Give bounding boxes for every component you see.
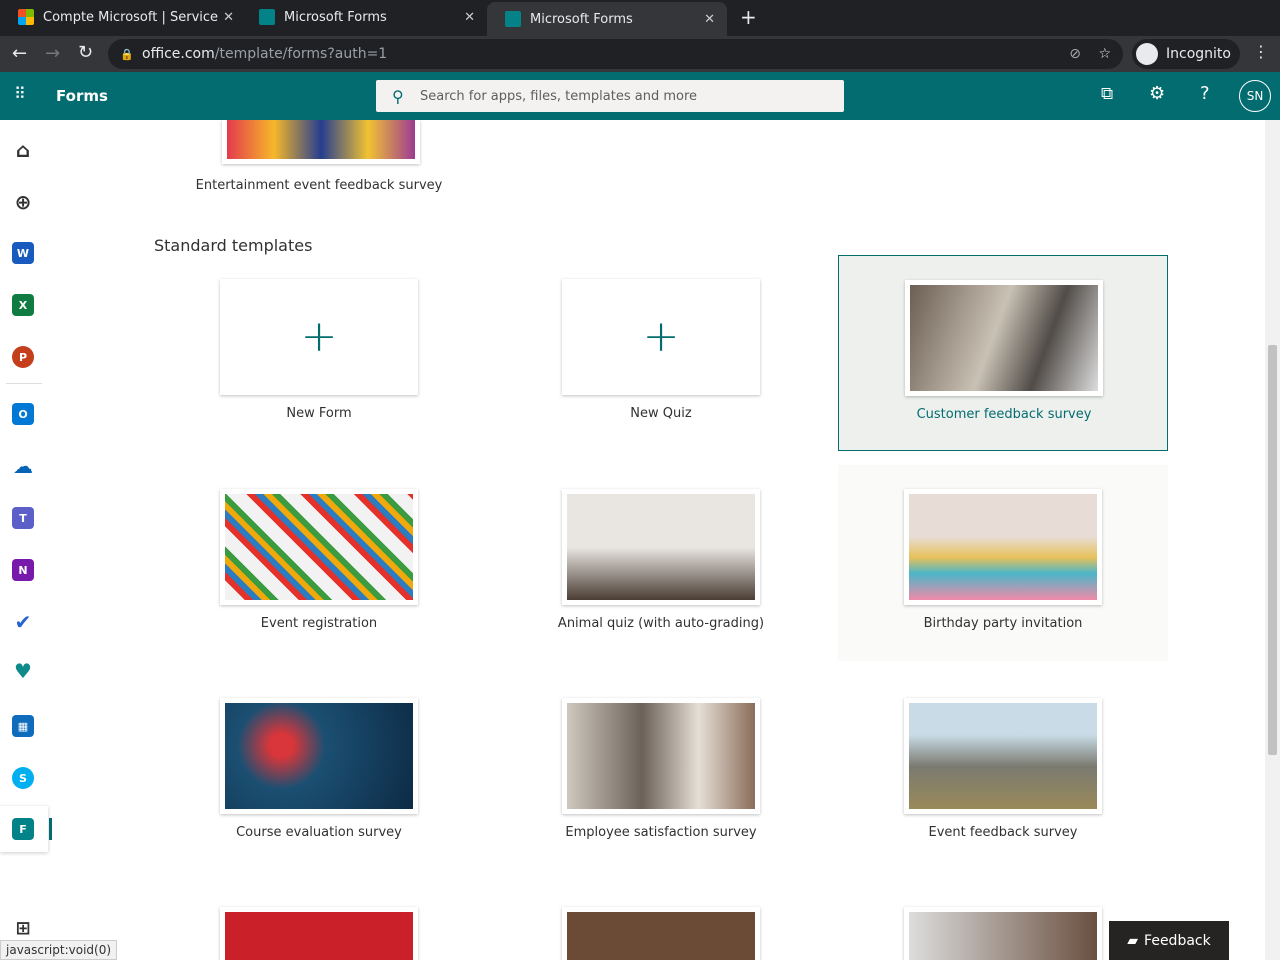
- back-icon[interactable]: ←: [12, 43, 27, 64]
- help-icon[interactable]: ?: [1200, 83, 1210, 104]
- home-icon[interactable]: ⌂: [12, 138, 34, 162]
- scrollbar-thumb[interactable]: [1268, 345, 1277, 755]
- divider: [6, 383, 42, 384]
- template-thumb[interactable]: [904, 907, 1102, 960]
- status-bar: javascript:void(0): [0, 940, 118, 960]
- url-input[interactable]: 🔒 office.com/template/forms?auth=1 ⊘ ☆: [108, 39, 1123, 69]
- template-card-birthday-invitation[interactable]: Birthday party invitation: [838, 465, 1168, 661]
- template-card-employee-satisfaction[interactable]: Employee satisfaction survey: [496, 674, 826, 870]
- menu-icon[interactable]: ⋮: [1253, 42, 1269, 61]
- close-tab-icon[interactable]: ✕: [704, 12, 715, 27]
- forms-icon: [259, 9, 275, 25]
- close-tab-icon[interactable]: ✕: [223, 10, 234, 25]
- comment-icon: ▰: [1127, 932, 1139, 949]
- powerpoint-icon[interactable]: P: [12, 346, 34, 368]
- star-icon[interactable]: ☆: [1098, 46, 1111, 62]
- section-title: Standard templates: [154, 236, 313, 255]
- settings-icon[interactable]: ⚙: [1149, 83, 1165, 104]
- template-thumb[interactable]: [220, 907, 418, 960]
- outlook-icon[interactable]: O: [12, 403, 34, 425]
- app-name[interactable]: Forms: [56, 87, 108, 105]
- word-icon[interactable]: W: [12, 242, 34, 264]
- tab-forms-active[interactable]: Microsoft Forms ✕: [487, 2, 727, 36]
- skype-icon[interactable]: S: [12, 767, 34, 789]
- plus-icon: +: [300, 311, 338, 362]
- forms-icon: [505, 11, 521, 27]
- lock-icon: 🔒: [120, 47, 134, 61]
- template-card-event-registration[interactable]: Event registration: [154, 465, 484, 661]
- prev-template-thumb[interactable]: [222, 120, 420, 164]
- tab-strip: Compte Microsoft | Service ✕ Microsoft Fo…: [0, 0, 1280, 36]
- all-apps-icon[interactable]: ⊞: [12, 917, 34, 939]
- template-gallery: Entertainment event feedback survey Stan…: [48, 120, 1265, 960]
- template-card-customer-feedback[interactable]: Customer feedback survey: [838, 255, 1168, 451]
- template-card-course-evaluation[interactable]: Course evaluation survey: [154, 674, 484, 870]
- close-tab-icon[interactable]: ✕: [464, 10, 475, 25]
- prev-template-label[interactable]: Entertainment event feedback survey: [154, 178, 484, 193]
- new-tab-button[interactable]: +: [740, 5, 757, 29]
- meet-now-icon[interactable]: ⧉: [1101, 84, 1113, 104]
- template-card-new-quiz[interactable]: + New Quiz: [496, 255, 826, 451]
- incognito-badge[interactable]: Incognito: [1132, 39, 1240, 69]
- teams-icon[interactable]: T: [12, 507, 34, 529]
- create-icon[interactable]: ⊕: [12, 190, 34, 214]
- template-card-animal-quiz[interactable]: Animal quiz (with auto-grading): [496, 465, 826, 661]
- family-safety-icon[interactable]: ♥: [12, 659, 34, 683]
- template-card-event-feedback[interactable]: Event feedback survey: [838, 674, 1168, 870]
- excel-icon[interactable]: X: [12, 294, 34, 316]
- search-input[interactable]: ⚲ Search for apps, files, templates and m…: [376, 80, 844, 112]
- incognito-icon: [1136, 43, 1158, 65]
- feedback-button[interactable]: ▰ Feedback: [1109, 921, 1229, 960]
- forward-icon[interactable]: →: [45, 43, 60, 64]
- todo-icon[interactable]: ✔: [12, 610, 34, 634]
- address-bar: ← → ↻ 🔒 office.com/template/forms?auth=1 ⊘…: [0, 36, 1280, 72]
- eye-off-icon[interactable]: ⊘: [1069, 46, 1081, 62]
- template-card-new-form[interactable]: + New Form: [154, 255, 484, 451]
- microsoft-logo-icon: [18, 9, 34, 25]
- forms-icon: F: [12, 818, 34, 840]
- plus-icon: +: [642, 311, 680, 362]
- tab-microsoft-account[interactable]: Compte Microsoft | Service ✕: [0, 0, 246, 34]
- avatar[interactable]: SN: [1239, 80, 1271, 112]
- app-launcher-icon[interactable]: ⠿: [14, 84, 26, 103]
- app-rail: ⌂ ⊕ W X P O ☁ T N ✔ ♥ ▦ S F ⊞: [0, 120, 52, 960]
- onenote-icon[interactable]: N: [12, 559, 34, 581]
- search-icon: ⚲: [392, 86, 404, 106]
- onedrive-icon[interactable]: ☁: [12, 454, 34, 478]
- tab-forms-1[interactable]: Microsoft Forms ✕: [241, 0, 487, 34]
- scrollbar[interactable]: [1265, 120, 1280, 960]
- forms-rail-item[interactable]: F: [0, 806, 52, 852]
- app-header: ⠿ Forms ⚲ Search for apps, files, templat…: [0, 72, 1280, 120]
- reload-icon[interactable]: ↻: [78, 42, 93, 63]
- calendar-icon[interactable]: ▦: [12, 715, 34, 737]
- template-thumb[interactable]: [562, 907, 760, 960]
